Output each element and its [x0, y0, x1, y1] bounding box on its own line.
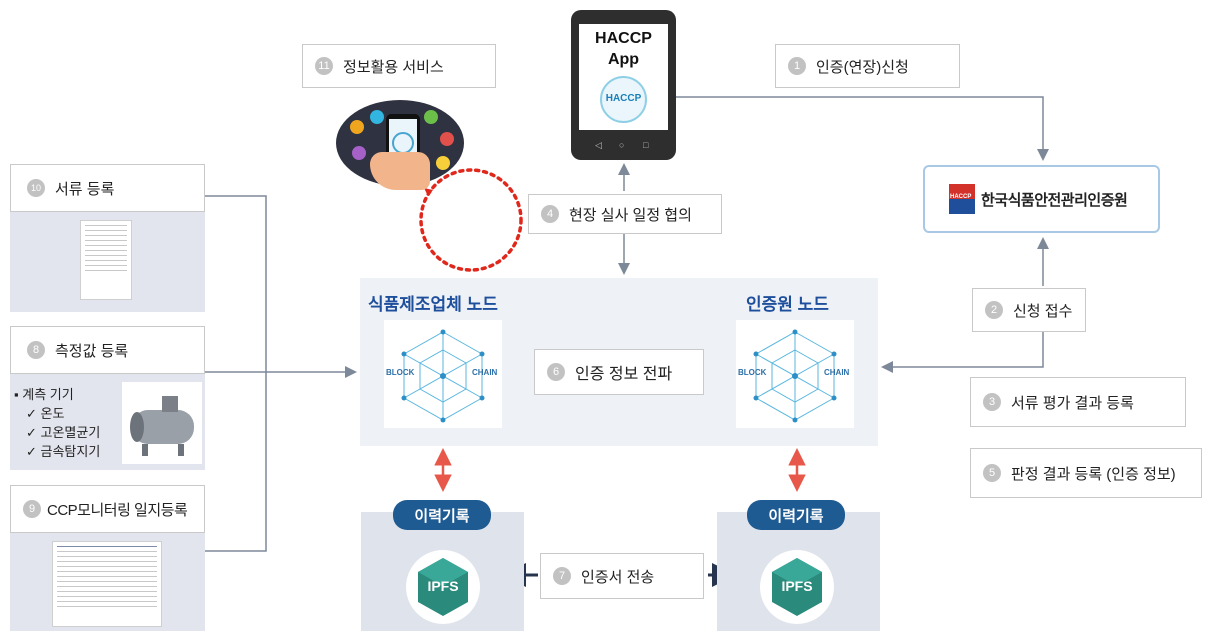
- manufacturer-node-title: 식품제조업체 노드: [368, 295, 498, 314]
- step-8-box: 8 측정값 등록: [10, 326, 205, 374]
- back-icon[interactable]: ◁: [595, 140, 602, 151]
- haccp-badge-text: HACCP: [605, 93, 642, 104]
- certifier-blockchain-image: BLOCK CHAIN: [736, 320, 854, 428]
- step-label: CCP모니터링 일지등록: [47, 501, 188, 519]
- ipfs-text: IPFS: [427, 578, 459, 594]
- step-9-box: 9 CCP모니터링 일지등록: [10, 485, 205, 533]
- app-title: HACCP: [595, 30, 652, 47]
- agency-logo-text: HACCP: [950, 194, 972, 200]
- manufacturer-blockchain-image: BLOCK CHAIN: [384, 320, 502, 428]
- sterilizer-machine-image: [122, 382, 202, 464]
- app-icon-dot: [424, 110, 438, 124]
- measurement-panel: 8 측정값 등록 ▪ 계측 기기 ✓ 온도 ✓ 고온멸균기 ✓ 금속탐지기: [10, 326, 205, 470]
- recent-apps-icon[interactable]: □: [643, 140, 648, 150]
- step-2-box: 2 신청 접수: [972, 288, 1086, 332]
- step-4-box: 4 현장 실사 일정 협의: [528, 194, 722, 234]
- ccp-log-thumbnail: [52, 541, 162, 627]
- step-11-box: 11 정보활용 서비스: [302, 44, 496, 88]
- measurement-item: ✓ 금속탐지기: [26, 444, 101, 459]
- haccp-phone: HACCP App HACCP ◁ ○ □: [571, 10, 676, 160]
- history-left-label: 이력기록: [393, 500, 491, 530]
- step-number: 11: [315, 57, 333, 75]
- step-number: 8: [27, 341, 45, 359]
- step-label: 인증서 전송: [581, 568, 655, 586]
- arrow-step2-to-node: [881, 332, 1044, 373]
- arrow-phone-to-agency: [676, 96, 1049, 161]
- app-icon-dot: [350, 120, 364, 134]
- step-number: 1: [788, 57, 806, 75]
- step-1-box: 1 인증(연장)신청: [775, 44, 960, 88]
- agency-name: 한국식품안전관리인증원: [981, 191, 1128, 209]
- step-label: 측정값 등록: [55, 342, 129, 360]
- step-number: 2: [985, 301, 1003, 319]
- doc-register-panel: 10 서류 등록: [10, 164, 205, 312]
- step-5-box: 5 판정 결과 등록 (인증 정보): [970, 448, 1202, 498]
- measurement-item: ✓ 고온멸균기: [26, 425, 101, 440]
- haccp-badge: HACCP: [600, 76, 647, 123]
- step-number: 6: [547, 363, 565, 381]
- certifier-node-title: 인증원 노드: [746, 295, 829, 314]
- step-label: 인증 정보 전파: [575, 366, 673, 383]
- step-number: 10: [27, 179, 45, 197]
- step-label: 현장 실사 일정 협의: [569, 206, 692, 224]
- ipfs-left-icon: IPFS: [406, 550, 480, 624]
- step-label: 서류 등록: [55, 180, 115, 198]
- step-7-box: 7 인증서 전송: [540, 553, 704, 599]
- step-label: 서류 평가 결과 등록: [1011, 394, 1134, 412]
- step-number: 9: [23, 500, 41, 518]
- ipfs-text: IPFS: [781, 578, 813, 594]
- step-label: 신청 접수: [1013, 302, 1073, 320]
- app-icon-dot: [440, 132, 454, 146]
- block-word: BLOCK: [386, 368, 415, 377]
- step-number: 4: [541, 205, 559, 223]
- app-subtitle: App: [607, 51, 640, 68]
- chain-word: CHAIN: [472, 368, 498, 377]
- document-thumbnail: [80, 220, 132, 300]
- app-icon-dot: [370, 110, 384, 124]
- service-illustration: [336, 100, 464, 192]
- hand-shape: [370, 152, 430, 190]
- agency-logo: HACCP: [949, 184, 975, 214]
- step-label: 판정 결과 등록 (인증 정보): [1011, 465, 1176, 483]
- app-icon-dot: [352, 146, 366, 160]
- phone-screen: HACCP App HACCP: [579, 24, 668, 130]
- measurement-title: ▪ 계측 기기: [14, 387, 74, 402]
- step-6-box: 6 인증 정보 전파: [534, 349, 704, 395]
- step-number: 3: [983, 393, 1001, 411]
- history-right-label: 이력기록: [747, 500, 845, 530]
- step-label: 인증(연장)신청: [816, 58, 909, 76]
- ccp-panel: 9 CCP모니터링 일지등록: [10, 485, 205, 631]
- block-word: BLOCK: [738, 368, 767, 377]
- measurement-item: ✓ 온도: [26, 406, 65, 421]
- chain-word: CHAIN: [824, 368, 850, 377]
- step-number: 7: [553, 567, 571, 585]
- app-icon-dot: [436, 156, 450, 170]
- home-icon[interactable]: ○: [619, 140, 624, 150]
- step-3-box: 3 서류 평가 결과 등록: [970, 377, 1186, 427]
- step-number: 5: [983, 464, 1001, 482]
- ipfs-right-icon: IPFS: [760, 550, 834, 624]
- step-label: 정보활용 서비스: [343, 58, 444, 76]
- line-doc-register: [205, 195, 267, 552]
- agency-box: HACCP 한국식품안전관리인증원: [923, 165, 1160, 233]
- step-10-box: 10 서류 등록: [10, 164, 205, 212]
